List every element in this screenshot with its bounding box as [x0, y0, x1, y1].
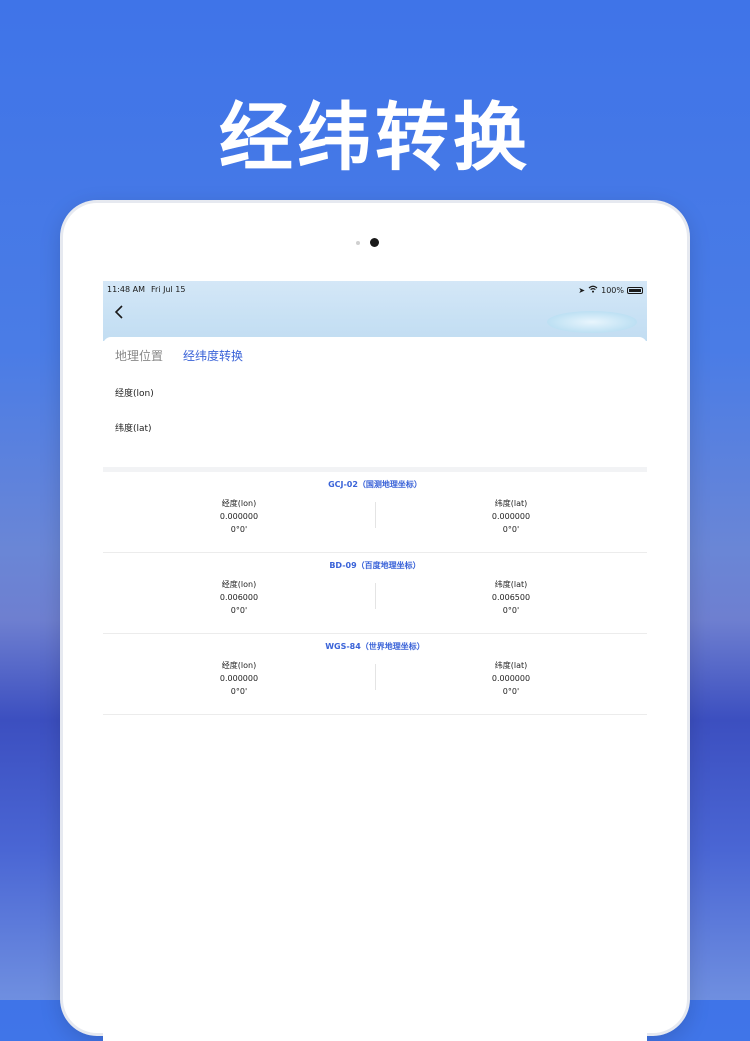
lat-result-label: 纬度(lat) [494, 580, 528, 589]
result-title: WGS-84（世界地理坐标） [325, 642, 425, 651]
result-title: BD-09（百度地理坐标） [329, 561, 421, 570]
ipad-frame: 11:48 AM Fri Jul 15 ➤ 100% 地理位置 经纬度转换 经度… [63, 203, 687, 1041]
status-time: 11:48 AM [107, 285, 145, 294]
back-chevron-icon[interactable] [113, 304, 129, 320]
status-date: Fri Jul 15 [151, 285, 186, 294]
result-title: GCJ-02（国测地理坐标） [328, 480, 422, 489]
lon-input[interactable] [185, 382, 635, 402]
battery-percent: 100% [601, 285, 624, 295]
lat-result-dms: 0°0' [502, 687, 520, 696]
lon-result: 经度(lon) 0.006000 0°0' [103, 578, 375, 617]
lon-result-label: 经度(lon) [221, 580, 257, 589]
lat-result-decimal: 0.000000 [491, 674, 531, 683]
status-bar: 11:48 AM Fri Jul 15 ➤ 100% [103, 281, 647, 299]
result-bd09: BD-09（百度地理坐标） 经度(lon) 0.006000 0°0' 纬度(l… [103, 553, 647, 634]
lat-result-decimal: 0.006500 [491, 593, 531, 602]
result-gcj02: GCJ-02（国测地理坐标） 经度(lon) 0.000000 0°0' 纬度(… [103, 472, 647, 553]
lon-result-dms: 0°0' [230, 606, 248, 615]
lon-result-label: 经度(lon) [221, 499, 257, 508]
camera [370, 238, 379, 247]
tab-location[interactable]: 地理位置 [115, 347, 163, 364]
wifi-icon [588, 285, 598, 295]
lon-result-decimal: 0.000000 [219, 674, 259, 683]
lon-result-label: 经度(lon) [221, 661, 257, 670]
hero-title: 经纬转换 [219, 95, 531, 181]
lon-field-row: 经度(lon) [115, 381, 635, 403]
lat-label: 纬度(lat) [115, 423, 152, 434]
location-arrow-icon: ➤ [578, 285, 586, 295]
tab-bar: 地理位置 经纬度转换 [115, 347, 243, 364]
lat-input[interactable] [185, 417, 635, 437]
lon-result-decimal: 0.000000 [219, 512, 259, 521]
content-card: 地理位置 经纬度转换 经度(lon) 纬度(lat) GCJ-02（国测地理坐标… [103, 337, 647, 1041]
lat-result: 纬度(lat) 0.006500 0°0' [375, 578, 647, 617]
tab-coordinate-convert[interactable]: 经纬度转换 [183, 347, 243, 364]
lat-result-dms: 0°0' [502, 606, 520, 615]
lon-result: 经度(lon) 0.000000 0°0' [103, 659, 375, 698]
result-wgs84: WGS-84（世界地理坐标） 经度(lon) 0.000000 0°0' 纬度(… [103, 634, 647, 715]
battery-icon [627, 286, 643, 294]
lon-result-dms: 0°0' [230, 525, 248, 534]
lat-result-label: 纬度(lat) [494, 661, 528, 670]
lat-result-decimal: 0.000000 [491, 512, 531, 521]
lon-result: 经度(lon) 0.000000 0°0' [103, 497, 375, 536]
lat-result-dms: 0°0' [502, 525, 520, 534]
lon-label: 经度(lon) [115, 388, 154, 399]
lat-result: 纬度(lat) 0.000000 0°0' [375, 497, 647, 536]
banner-decoration [547, 311, 637, 333]
lat-result-label: 纬度(lat) [494, 499, 528, 508]
sensor-dot [356, 241, 360, 245]
lat-result: 纬度(lat) 0.000000 0°0' [375, 659, 647, 698]
status-indicators: ➤ 100% [578, 285, 643, 295]
lat-field-row: 纬度(lat) [115, 416, 635, 438]
app-screen: 11:48 AM Fri Jul 15 ➤ 100% 地理位置 经纬度转换 经度… [103, 281, 647, 1041]
lon-result-dms: 0°0' [230, 687, 248, 696]
lon-result-decimal: 0.006000 [219, 593, 259, 602]
